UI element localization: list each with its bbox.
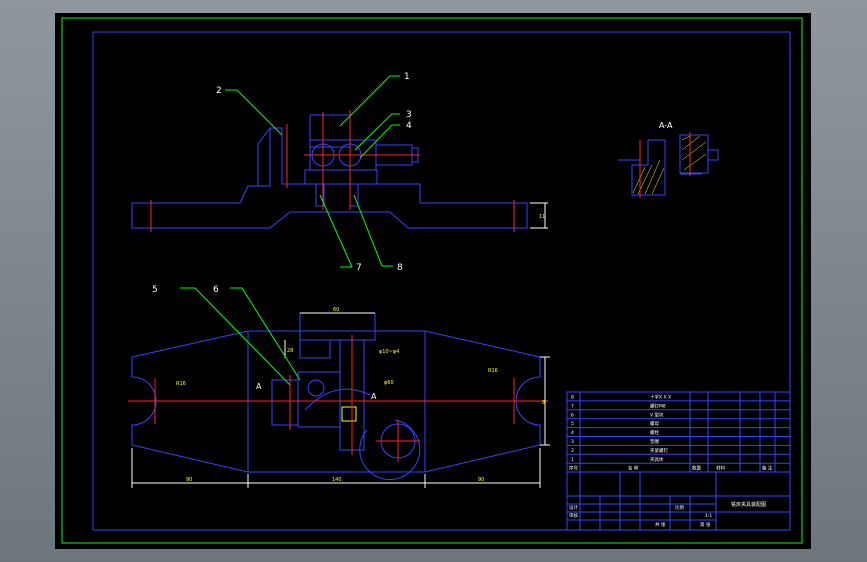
bom-row-no: 2 xyxy=(571,448,574,454)
label-design: 设计 xyxy=(569,504,578,511)
section-title: A-A xyxy=(659,121,673,130)
bom-row-no: 6 xyxy=(571,412,574,418)
bom-row-no: 3 xyxy=(571,439,574,445)
bom-row-name: 十字X X X xyxy=(650,394,671,401)
sheet-label: 第 张 xyxy=(700,521,711,528)
label-3: 3 xyxy=(406,110,412,120)
bom-row-no: 8 xyxy=(571,395,574,401)
label-6: 6 xyxy=(213,285,219,295)
scale-value: 1:1 xyxy=(705,513,712,519)
label-7: 7 xyxy=(356,263,362,273)
bom-row-name: 夹紧螺钉 xyxy=(650,447,668,454)
dim-bottom-right: 90 xyxy=(478,477,484,483)
bom-row-no: 1 xyxy=(571,457,574,463)
cad-drawing-canvas[interactable]: 11 2 1 3 4 7 8 A-A 90 140 90 60 28 φ10~φ… xyxy=(0,0,867,562)
bom-row-no: 4 xyxy=(571,430,574,436)
dim-radius-small: R16 xyxy=(176,381,186,387)
dim-radius-right: R16 xyxy=(488,368,498,374)
drawing-title: 铣床夹具装配图 xyxy=(731,501,766,508)
dim-bottom-mid: 140 xyxy=(332,477,342,483)
dim-front-height: 11 xyxy=(539,214,545,220)
bom-row-name: 夹具体 xyxy=(650,456,664,463)
bom-row-no: 5 xyxy=(571,421,574,427)
label-2: 2 xyxy=(216,86,222,96)
cad-viewport[interactable]: 11 2 1 3 4 7 8 A-A 90 140 90 60 28 φ10~φ… xyxy=(0,0,867,562)
bom-row-name: 垫圈 xyxy=(650,438,659,445)
dim-height-right: 8 xyxy=(542,400,545,406)
bom-row-name: 螺母 xyxy=(650,420,659,427)
bom-row-name: 螺栓 xyxy=(650,429,659,436)
dim-bottom-left: 90 xyxy=(186,477,192,483)
section-mark-left: A xyxy=(256,382,262,391)
bom-header-name: 名 称 xyxy=(628,465,639,472)
bom-row-name: V 型块 xyxy=(650,411,664,418)
dim-small-height: 28 xyxy=(287,348,293,354)
label-4: 4 xyxy=(406,121,412,131)
bom-row-name: 螺钉M8 xyxy=(650,402,666,409)
dim-hole-note: φ10~φ4 xyxy=(379,349,399,355)
dim-diameter-large: φ60 xyxy=(384,380,394,386)
section-mark-right: A xyxy=(371,392,377,401)
dim-top-width: 60 xyxy=(333,307,339,313)
bom-header-no: 序号 xyxy=(569,465,578,472)
bom-header-qty: 数量 xyxy=(692,465,701,472)
label-8: 8 xyxy=(397,263,403,273)
label-5: 5 xyxy=(152,285,158,295)
label-1: 1 xyxy=(404,72,410,82)
label-scale: 比例 xyxy=(675,504,684,511)
label-review: 审核 xyxy=(569,512,578,519)
bom-header-note: 备 注 xyxy=(762,465,773,472)
label-total-sheets: 共 张 xyxy=(655,521,666,528)
bom-row-no: 7 xyxy=(571,403,574,409)
bom-header-material: 材料 xyxy=(716,465,725,472)
